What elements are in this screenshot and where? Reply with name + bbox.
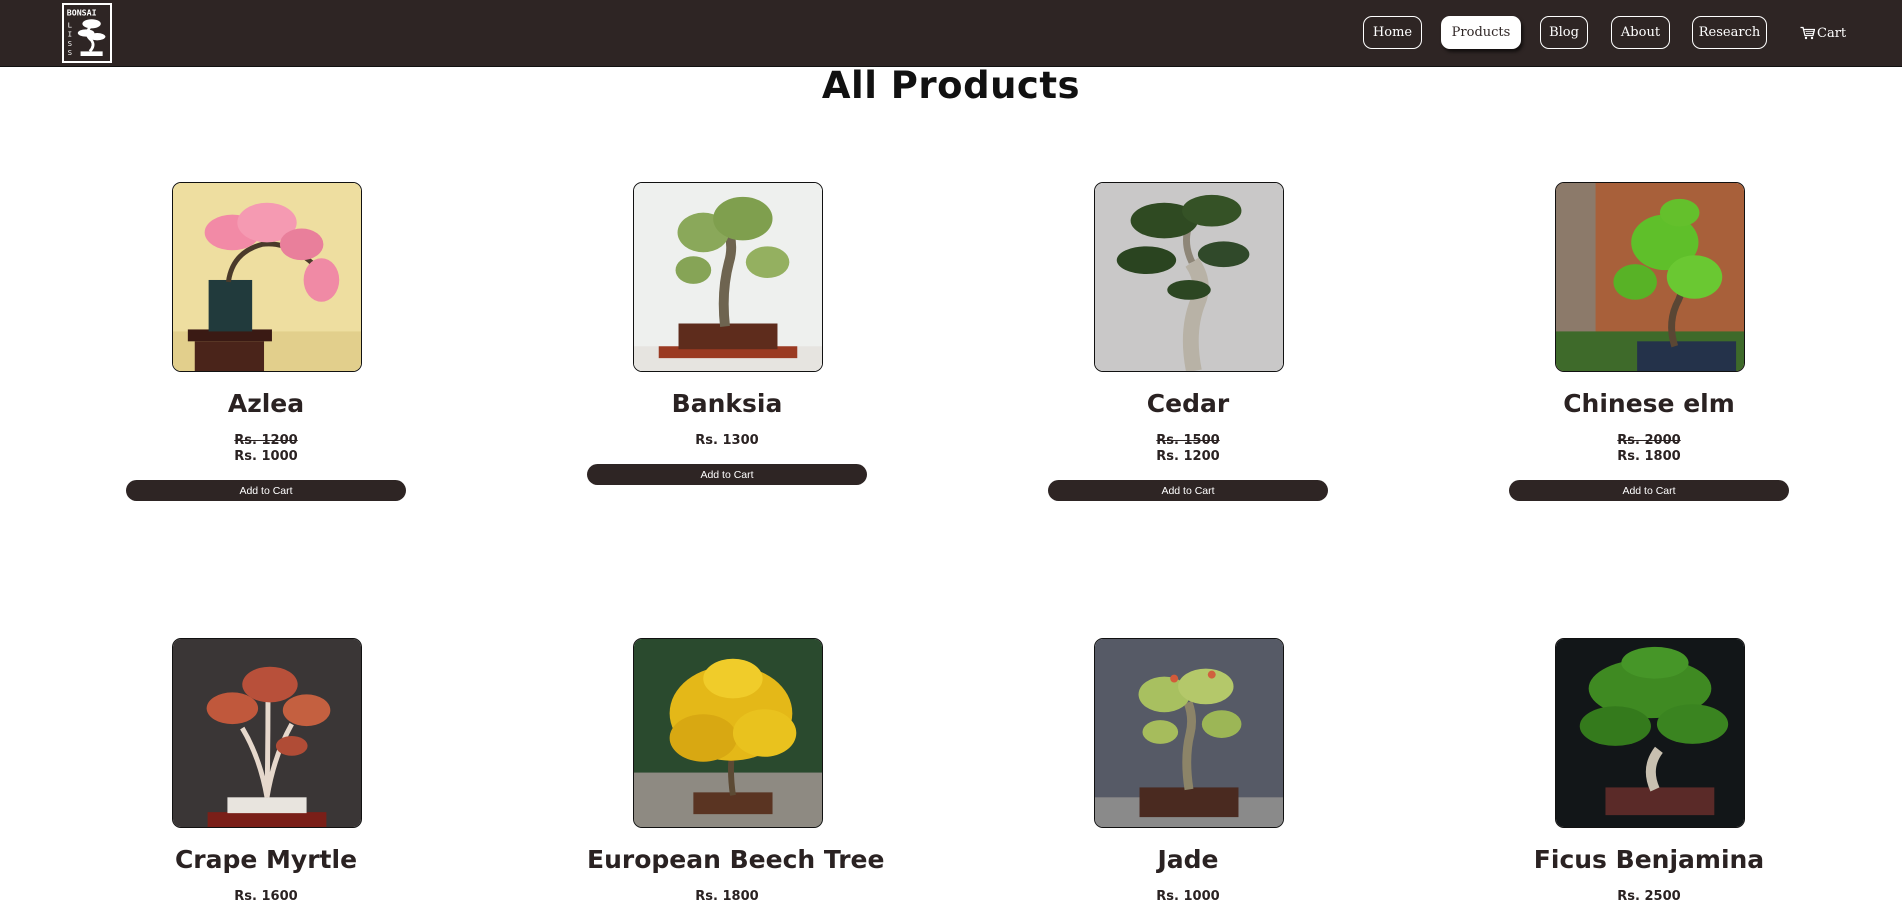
product-image[interactable] [172,638,362,828]
svg-text:BONSAI: BONSAI [67,8,97,18]
product-price: Rs. 1800 [695,889,759,904]
jade-bonsai-photo [1095,639,1283,827]
product-name: Jade [1157,845,1219,874]
svg-text:I: I [68,30,72,39]
page-title: All Products [821,64,1081,107]
svg-text:L: L [68,20,73,29]
cart-icon [1800,26,1815,40]
european-beech-bonsai-photo [634,639,822,827]
product-price: Rs. 2500 [1617,889,1681,904]
nav-products-button[interactable]: Products [1441,16,1521,49]
product-price: Rs. 1600 [234,889,298,904]
nav-home-button[interactable]: Home [1363,16,1422,49]
azalea-bonsai-photo [173,183,361,371]
product-image[interactable] [1094,638,1284,828]
product-name: Cedar [1146,389,1230,418]
product-price: Rs. 1000 [234,449,298,464]
product-price: Rs. 1000 [1156,889,1220,904]
cedar-bonsai-photo [1095,183,1283,371]
product-name: Crape Myrtle [174,845,358,874]
nav-research-button[interactable]: Research [1692,16,1767,49]
add-to-cart-button[interactable]: Add to Cart [126,480,406,501]
banksia-bonsai-photo [634,183,822,371]
nav-about-button[interactable]: About [1611,16,1670,49]
product-name: Banksia [671,389,783,418]
add-to-cart-button[interactable]: Add to Cart [1048,480,1328,501]
product-image[interactable] [633,182,823,372]
add-to-cart-button[interactable]: Add to Cart [587,464,867,485]
svg-text:S: S [68,39,72,48]
product-price: Rs. 1200 [1156,449,1220,464]
product-name: Ficus Benjamina [1533,845,1765,874]
product-image[interactable] [1555,638,1745,828]
product-image[interactable] [172,182,362,372]
product-old-price: Rs. 2000 [1617,433,1681,448]
cart-label: Cart [1817,25,1847,41]
product-name: European Beech Tree [587,845,885,874]
product-name: Chinese elm [1563,389,1735,418]
nav-blog-button[interactable]: Blog [1540,16,1588,49]
svg-text:S: S [68,48,72,57]
bonsai-logo-icon: BONSAI L I S S [67,8,106,57]
product-name: Azlea [227,389,305,418]
crape-myrtle-bonsai-photo [173,639,361,827]
top-navbar: BONSAI LISS BONSAI L I S S Home Products… [0,0,1902,67]
product-image[interactable] [633,638,823,828]
product-old-price: Rs. 1200 [234,433,298,448]
product-price: Rs. 1300 [695,433,759,448]
nav-cart-link[interactable]: Cart [1800,22,1846,44]
product-price: Rs. 1800 [1617,449,1681,464]
product-image[interactable] [1094,182,1284,372]
product-old-price: Rs. 1500 [1156,433,1220,448]
add-to-cart-button[interactable]: Add to Cart [1509,480,1789,501]
product-image[interactable] [1555,182,1745,372]
chinese-elm-bonsai-photo [1556,183,1744,371]
bonsai-liss-logo[interactable]: BONSAI LISS BONSAI L I S S [62,3,112,63]
ficus-benjamina-bonsai-photo [1556,639,1744,827]
